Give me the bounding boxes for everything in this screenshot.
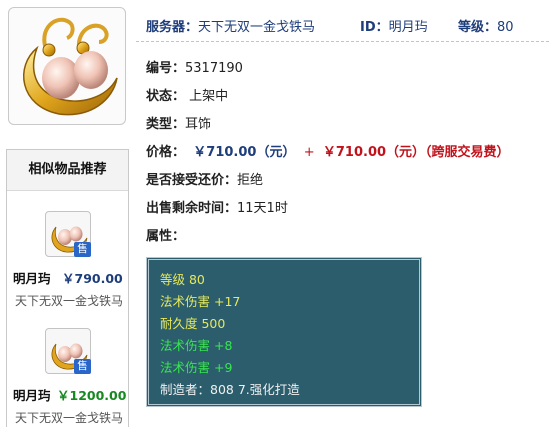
price-plus: + (303, 145, 315, 160)
server-value: 天下无双一金戈铁马 (198, 20, 316, 35)
price-row: 价格： ￥710.00（元） + ￥710.00（元）（跨服交易费） (146, 141, 510, 160)
similar-items-title: 相似物品推荐 (7, 150, 128, 191)
remaining-label: 出售剩余时间： (146, 201, 238, 216)
number-value: 5317190 (185, 61, 243, 76)
attr-line: 等级 80 (160, 272, 205, 287)
similar-items-panel: 相似物品推荐 售 明月玙 ￥790.00 天下无双一金戈铁马 售 明月玙 ￥12… (6, 149, 129, 427)
id-label: ID： (360, 20, 389, 35)
level-info: 等级：80 (458, 16, 514, 35)
status-value: 上架中 (189, 89, 229, 104)
type-label: 类型： (146, 117, 186, 132)
type-value: 耳饰 (185, 117, 212, 132)
level-value: 80 (497, 20, 514, 35)
similar-item-server: 天下无双一金戈铁马 (15, 294, 124, 308)
bargain-value: 拒绝 (237, 173, 264, 188)
attr-line: 法术伤害 +17 (160, 294, 241, 309)
header-divider (136, 41, 549, 42)
remaining-time-row: 出售剩余时间：11天1时 (146, 197, 288, 216)
attr-line: 耐久度 500 (160, 316, 226, 331)
id-value: 明月玙 (388, 20, 428, 35)
price-value: ￥710.00（元） (193, 145, 296, 160)
status-label: 状态： (146, 89, 186, 104)
attributes-row: 属性： (146, 225, 185, 244)
bargain-label: 是否接受还价： (146, 173, 238, 188)
server-info: 服务器：天下无双一金戈铁马 (146, 16, 315, 35)
similar-item-server: 天下无双一金戈铁马 (15, 411, 124, 425)
similar-item-price: ￥790.00 (62, 271, 123, 286)
attr-line: 法术伤害 +9 (160, 360, 233, 375)
item-image (8, 7, 126, 125)
cross-server-fee: ￥710.00（元）（跨服交易费） (322, 145, 510, 160)
type-row: 类型：耳饰 (146, 113, 211, 132)
remaining-value: 11天1时 (237, 201, 288, 216)
item-header: 服务器：天下无双一金戈铁马 ID：明月玙 等级：80 (136, 6, 549, 40)
similar-item-thumbnail[interactable]: 售 (45, 211, 91, 257)
similar-item-name[interactable]: 明月玙 (13, 385, 51, 404)
level-label: 等级： (458, 20, 498, 35)
price-label: 价格： (146, 145, 186, 160)
attr-line: 法术伤害 +8 (160, 338, 233, 353)
similar-item-price: ￥1200.00 (57, 388, 127, 403)
server-label: 服务器： (146, 20, 199, 35)
attributes-label: 属性： (146, 229, 186, 244)
for-sale-badge: 售 (74, 242, 91, 257)
for-sale-badge: 售 (74, 359, 91, 374)
attributes-panel: 等级 80 法术伤害 +17 耐久度 500 法术伤害 +8 法术伤害 +9 制… (146, 257, 422, 407)
number-label: 编号： (146, 61, 186, 76)
status-row: 状态： 上架中 (146, 85, 228, 104)
similar-item-thumbnail[interactable]: 售 (45, 328, 91, 374)
gold-pearl-earring-icon (23, 17, 118, 116)
attr-line: 制造者：808 7.强化打造 (160, 382, 300, 397)
seller-id-info: ID：明月玙 (360, 16, 428, 35)
similar-item-name[interactable]: 明月玙 (13, 268, 51, 287)
item-number-row: 编号：5317190 (146, 57, 243, 76)
bargain-row: 是否接受还价：拒绝 (146, 169, 263, 188)
